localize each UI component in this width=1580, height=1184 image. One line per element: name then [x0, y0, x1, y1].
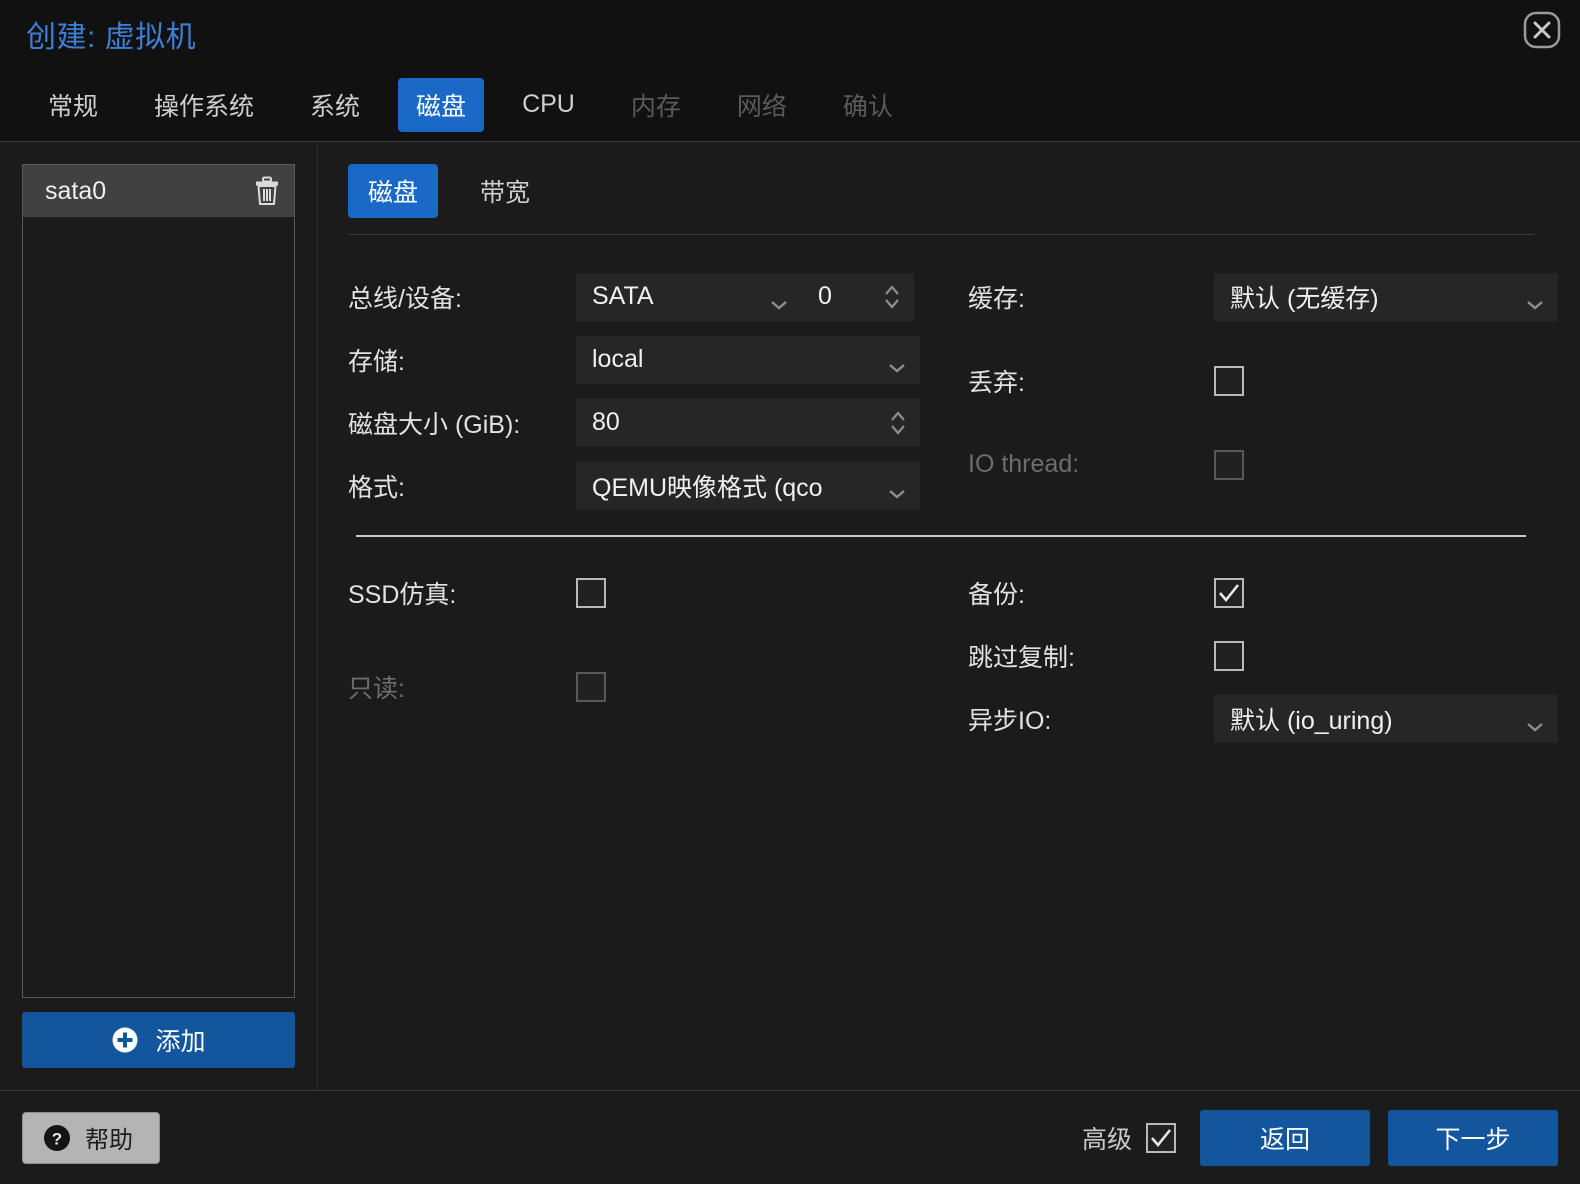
- next-button[interactable]: 下一步: [1388, 1109, 1558, 1166]
- chevron-down-icon: [1524, 290, 1546, 310]
- storage-label: 存储:: [348, 347, 405, 376]
- backup-checkbox[interactable]: [1214, 577, 1244, 608]
- cache-select-value: 默认 (无缓存): [1230, 284, 1379, 313]
- read-only-label: 只读:: [348, 675, 405, 703]
- wizard-tabbar: 常规 操作系统 系统 磁盘 CPU 内存 网络 确认: [0, 68, 1580, 142]
- async-io-select-value: 默认 (io_uring): [1230, 706, 1393, 735]
- format-label: 格式:: [348, 473, 405, 502]
- advanced-columns: SSD仿真: 只读: 备份: 跳过复制: 异步IO: 默认 (io_uring): [348, 561, 1558, 750]
- svg-text:?: ?: [52, 1129, 62, 1148]
- back-button[interactable]: 返回: [1200, 1109, 1370, 1166]
- subtab-disk[interactable]: 磁盘: [348, 164, 439, 218]
- dialog-body: sata0 添加 磁盘 带宽 总线/设备: SATA 0 存储: local 磁…: [0, 142, 1580, 1090]
- ssd-emulation-label: SSD仿真:: [348, 580, 457, 609]
- page-title: 创建: 虚拟机: [26, 21, 197, 54]
- cache-select[interactable]: 默认 (无缓存): [1214, 272, 1558, 321]
- chevron-down-icon: [768, 290, 790, 310]
- io-thread-checkbox: [1214, 449, 1244, 480]
- tab-network: 网络: [736, 92, 787, 121]
- device-index-value: 0: [818, 282, 832, 310]
- storage-control: local: [576, 328, 968, 391]
- device-name: sata0: [45, 176, 107, 205]
- skip-replication-checkbox[interactable]: [1214, 640, 1244, 671]
- ssd-emulation-checkbox[interactable]: [576, 577, 606, 608]
- async-io-control: 默认 (io_uring): [1214, 687, 1558, 750]
- io-thread-label: IO thread:: [968, 450, 1080, 478]
- tab-confirm: 确认: [842, 92, 893, 121]
- settings-left-column: 总线/设备: SATA 0 存储: local 磁盘大小 (GiB): 80 格…: [348, 265, 968, 517]
- disk-subtabs: 磁盘 带宽: [348, 164, 1534, 235]
- async-io-label: 异步IO:: [968, 706, 1052, 735]
- disk-settings-panel: 磁盘 带宽 总线/设备: SATA 0 存储: local 磁盘大小 (GiB)…: [318, 142, 1580, 1090]
- disk-size-value: 80: [592, 408, 620, 436]
- storage-select[interactable]: local: [576, 335, 920, 384]
- format-select-value: QEMU映像格式 (qco: [592, 473, 823, 502]
- discard-checkbox[interactable]: [1214, 365, 1244, 396]
- io-thread-control: [1214, 433, 1558, 496]
- list-item[interactable]: sata0: [23, 165, 294, 217]
- format-select[interactable]: QEMU映像格式 (qco: [576, 461, 920, 510]
- read-only-control: [576, 656, 968, 719]
- settings-columns: 总线/设备: SATA 0 存储: local 磁盘大小 (GiB): 80 格…: [348, 265, 1558, 517]
- disk-size-stepper[interactable]: 80: [576, 398, 920, 447]
- close-icon[interactable]: [1522, 10, 1562, 50]
- add-disk-button[interactable]: 添加: [22, 1012, 295, 1068]
- chevron-down-icon: [886, 479, 908, 499]
- create-vm-dialog: 创建: 虚拟机 常规 操作系统 系统 磁盘 CPU 内存 网络 确认 sata0: [0, 0, 1580, 1184]
- read-only-checkbox: [576, 672, 606, 702]
- tab-memory: 内存: [630, 92, 681, 121]
- disk-size-control: 80: [576, 391, 968, 454]
- spinner-arrows-icon[interactable]: [882, 282, 902, 312]
- tab-os[interactable]: 操作系统: [136, 78, 272, 132]
- storage-select-value: local: [592, 345, 644, 373]
- add-disk-label: 添加: [155, 1028, 206, 1056]
- help-button[interactable]: ? 帮助: [22, 1111, 160, 1164]
- tab-general[interactable]: 常规: [30, 78, 116, 132]
- advanced-left-column: SSD仿真: 只读:: [348, 561, 968, 750]
- tab-cpu[interactable]: CPU: [504, 81, 593, 128]
- format-control: QEMU映像格式 (qco: [576, 454, 968, 517]
- ssd-emulation-control: [576, 561, 968, 624]
- skip-replication-label: 跳过复制:: [968, 643, 1075, 672]
- backup-control: [1214, 561, 1558, 624]
- tab-system[interactable]: 系统: [292, 78, 378, 132]
- bus-device-label: 总线/设备:: [348, 284, 462, 313]
- advanced-label: 高级: [1081, 1125, 1132, 1154]
- async-io-select[interactable]: 默认 (io_uring): [1214, 694, 1558, 743]
- bus-select[interactable]: SATA: [576, 272, 802, 321]
- help-label: 帮助: [85, 1127, 133, 1154]
- disk-size-label: 磁盘大小 (GiB):: [348, 410, 521, 439]
- backup-label: 备份:: [968, 580, 1025, 609]
- skip-replication-control: [1214, 624, 1558, 687]
- subtab-bandwidth[interactable]: 带宽: [460, 164, 550, 218]
- footer-actions: 高级 返回 下一步: [1082, 1109, 1558, 1166]
- device-list: sata0: [22, 164, 295, 998]
- dialog-footer: ? 帮助 高级 返回 下一步: [0, 1090, 1580, 1184]
- tab-disks[interactable]: 磁盘: [398, 77, 485, 132]
- chevron-down-icon: [886, 353, 908, 373]
- device-index-stepper[interactable]: 0: [802, 272, 914, 321]
- advanced-section-divider: [356, 535, 1526, 537]
- cache-label: 缓存:: [968, 284, 1025, 313]
- discard-label: 丢弃:: [968, 368, 1025, 397]
- trash-icon[interactable]: [254, 176, 280, 206]
- dialog-titlebar: 创建: 虚拟机: [0, 0, 1580, 68]
- advanced-toggle[interactable]: 高级: [1082, 1120, 1176, 1156]
- device-sidebar: sata0 添加: [0, 142, 318, 1090]
- chevron-down-icon: [1524, 712, 1546, 732]
- cache-control: 默认 (无缓存): [1214, 265, 1558, 328]
- bus-select-value: SATA: [592, 282, 654, 310]
- advanced-checkbox[interactable]: [1146, 1122, 1176, 1153]
- spinner-arrows-icon[interactable]: [888, 408, 908, 438]
- settings-right-column: 缓存: 默认 (无缓存) 丢弃: IO thread:: [968, 265, 1558, 517]
- bus-device-controls: SATA 0: [576, 265, 968, 328]
- plus-circle-icon: [111, 1026, 139, 1054]
- question-circle-icon: ?: [43, 1124, 71, 1152]
- discard-control: [1214, 349, 1558, 412]
- advanced-right-column: 备份: 跳过复制: 异步IO: 默认 (io_uring): [968, 561, 1558, 750]
